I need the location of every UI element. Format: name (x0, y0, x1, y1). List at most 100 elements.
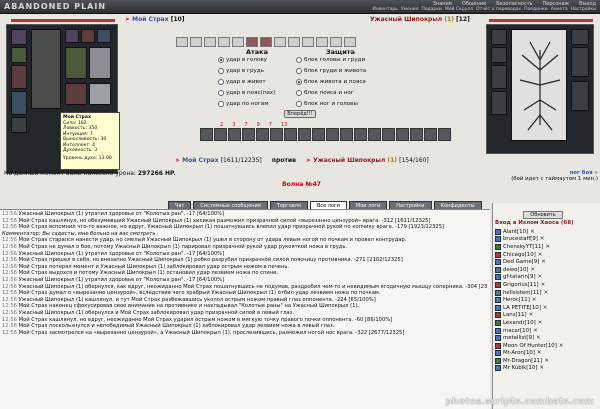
online-user[interactable]: hellsistem[11] ✕ (495, 289, 599, 297)
online-user[interactable]: Mr Kubik[10] ✕ (495, 365, 599, 373)
ring-slot-2[interactable] (81, 29, 95, 43)
user-name[interactable]: macar[10] (503, 328, 531, 334)
tab-chat[interactable]: Чат (168, 201, 192, 209)
attack-option-head[interactable]: удар в голову (218, 57, 267, 63)
ability-icon-11[interactable] (340, 128, 353, 141)
ability-icon-18[interactable] (438, 128, 451, 141)
action-button-9[interactable] (288, 37, 300, 47)
ability-icon-4[interactable] (242, 128, 255, 141)
nav-scroll[interactable]: Мой Скрулл (445, 7, 473, 14)
user-name[interactable]: hellsistem[11] (503, 290, 542, 296)
user-name[interactable]: LA PETITE[10] (503, 305, 541, 311)
user-name[interactable]: Ded Game[9] (503, 259, 539, 265)
boots-slot[interactable] (65, 83, 87, 105)
online-user[interactable]: Moon Of Hunter[10] ✕ (495, 342, 599, 350)
nav-transfers[interactable]: Отчёт о переводах (476, 7, 521, 14)
user-name[interactable]: gf-tatarin[9] (503, 274, 536, 280)
tab-system[interactable]: Системные сообщения (193, 201, 268, 209)
action-button-8[interactable] (274, 37, 286, 47)
online-user[interactable]: Lexandr[10] ✕ (495, 319, 599, 327)
forward-button[interactable]: Вперёд!!! (284, 110, 316, 118)
gloves-slot[interactable] (65, 47, 87, 79)
action-button-5[interactable] (232, 37, 244, 47)
defense-radio-head-chest[interactable] (296, 57, 302, 63)
action-button-11[interactable] (316, 37, 328, 47)
online-user[interactable]: Ded Game[9] ✕ (495, 258, 599, 266)
attack-option-chest[interactable]: удар в грудь (218, 68, 264, 74)
vs-left-name[interactable]: Мой Страх (182, 157, 218, 164)
ability-icon-17[interactable] (424, 128, 437, 141)
action-button-3[interactable] (204, 37, 216, 47)
online-user[interactable]: macar[10] ✕ (495, 327, 599, 335)
defense-option-head-chest[interactable]: блок головы и груди (296, 57, 365, 63)
shield-slot[interactable] (89, 47, 111, 79)
ability-icon-14[interactable] (382, 128, 395, 141)
online-user[interactable]: Mr-Dragon[11] ✕ (495, 357, 599, 365)
ring-slot-1[interactable] (65, 29, 79, 43)
weapon-slot[interactable] (11, 65, 27, 89)
online-user[interactable]: Alant[10] ✕ (495, 228, 599, 236)
online-user[interactable]: Mr-Aron[10] ✕ (495, 350, 599, 358)
user-name[interactable]: Alant[10] (503, 229, 528, 235)
action-button-4[interactable] (218, 37, 230, 47)
nav-settings[interactable]: Настройки (571, 7, 596, 14)
user-name[interactable]: Heroc[11] (503, 297, 530, 303)
nav-inventory[interactable]: Инвентарь (372, 7, 398, 14)
online-user[interactable]: Chicago[10] ✕ (495, 251, 599, 259)
attack-option-waist[interactable]: удар в пояс(пах) (218, 90, 275, 96)
ring-slot-3[interactable] (97, 29, 111, 43)
defense-option-waist-legs[interactable]: блок пояса и ног (296, 90, 354, 96)
user-name[interactable]: Chicago[10] (503, 252, 536, 258)
defense-option-belly-waist[interactable]: блок живота и пояса (296, 79, 366, 85)
attack-radio-belly[interactable] (218, 79, 224, 85)
user-name[interactable]: Mr-Aron[10] (503, 350, 535, 356)
attack-radio-legs[interactable] (218, 101, 224, 107)
user-name[interactable]: Lexandr[10] (503, 320, 536, 326)
helmet-slot[interactable] (11, 29, 27, 45)
action-button-10[interactable] (302, 37, 314, 47)
defense-radio-waist-legs[interactable] (296, 90, 302, 96)
ability-icon-10[interactable] (326, 128, 339, 141)
online-user[interactable]: gf-tatarin[9] ✕ (495, 274, 599, 282)
nav-gifts[interactable]: Подарки (421, 7, 442, 14)
online-user[interactable]: metallist[9] ✕ (495, 334, 599, 342)
online-user[interactable]: dewo[10] ✕ (495, 266, 599, 274)
online-user[interactable]: Lans[11] ✕ (495, 312, 599, 320)
ability-icon-9[interactable] (312, 128, 325, 141)
refresh-button[interactable]: Обновить (523, 211, 563, 219)
defense-radio-chest-belly[interactable] (296, 68, 302, 74)
ability-icon-2[interactable] (214, 128, 227, 141)
ability-icon-7[interactable] (284, 128, 297, 141)
player-name[interactable]: Мой Страх (132, 16, 168, 23)
user-name[interactable]: Moon Of Hunter[10] (503, 343, 557, 349)
action-button-6[interactable] (246, 37, 258, 47)
vs-right-name[interactable]: Ужасный Шипокрыл (313, 157, 385, 164)
belt-slot[interactable] (11, 117, 27, 133)
armor-slot[interactable] (11, 91, 27, 115)
ability-icon-13[interactable] (368, 128, 381, 141)
action-button-12[interactable] (330, 37, 342, 47)
tab-my-logs[interactable]: Мои логи (348, 201, 388, 209)
ability-icon-12[interactable] (354, 128, 367, 141)
defense-option-legs-head[interactable]: блок ног и головы (296, 101, 358, 107)
action-button-13[interactable] (344, 37, 356, 47)
necklace-slot[interactable] (11, 47, 27, 63)
user-name[interactable]: Mr Kubik[10] (503, 365, 537, 371)
ability-icon-8[interactable] (298, 128, 311, 141)
tab-confidents[interactable]: Конфиденты (433, 201, 482, 209)
defense-radio-belly-waist[interactable] (296, 79, 302, 85)
user-name[interactable]: Lans[11] (503, 312, 527, 318)
ability-icon-5[interactable] (256, 128, 269, 141)
enemy-name[interactable]: Ужасный Шипокрыл (370, 16, 442, 23)
attack-radio-waist[interactable] (218, 90, 224, 96)
nav-profile[interactable]: Анкета (551, 7, 568, 14)
nav-skills[interactable]: Умения (401, 7, 418, 14)
ability-icon-1[interactable] (200, 128, 213, 141)
action-button-1[interactable] (176, 37, 188, 47)
attack-option-belly[interactable]: удар в живот (218, 79, 266, 85)
attack-option-legs[interactable]: удар по ногам (218, 101, 268, 107)
ability-icon-6[interactable] (270, 128, 283, 141)
tab-settings[interactable]: Настройки (389, 201, 432, 209)
defense-radio-legs-head[interactable] (296, 101, 302, 107)
user-name[interactable]: brucestaff[9] (503, 236, 538, 242)
